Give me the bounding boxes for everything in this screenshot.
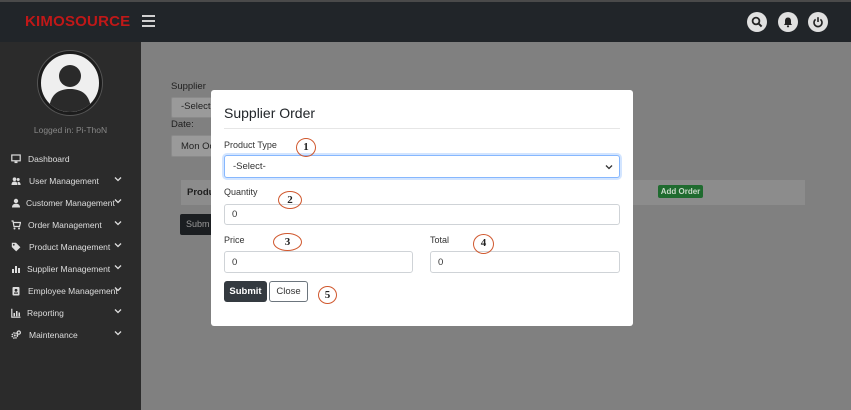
chevron-down-icon xyxy=(114,287,122,292)
sidebar-item-label: Reporting xyxy=(27,308,64,318)
id-badge-icon xyxy=(12,287,20,296)
sidebar-item-product-management[interactable]: Product Management xyxy=(0,236,141,258)
cogs-icon xyxy=(11,330,21,339)
chevron-down-icon xyxy=(605,165,613,170)
bell-icon[interactable] xyxy=(778,12,798,32)
sidebar-item-label: Customer Management xyxy=(26,198,115,208)
chevron-down-icon xyxy=(114,309,122,314)
bar-chart-icon xyxy=(11,308,21,318)
add-order-button[interactable]: Add Order xyxy=(658,185,703,198)
user-icon xyxy=(12,198,20,208)
sidebar-nav: Dashboard User Management Customer Manag… xyxy=(0,148,141,346)
logged-in-label: Logged in: Pi-ThoN xyxy=(33,125,108,135)
tag-icon xyxy=(11,242,21,252)
search-icon[interactable] xyxy=(747,12,767,32)
sidebar-item-customer-management[interactable]: Customer Management xyxy=(0,192,141,214)
price-input[interactable] xyxy=(224,251,413,273)
supplier-label: Supplier xyxy=(171,81,206,92)
annotation-marker-1: 1 xyxy=(296,138,316,157)
annotation-marker-5: 5 xyxy=(318,286,337,304)
sidebar-item-order-management[interactable]: Order Management xyxy=(0,214,141,236)
sidebar-item-label: Order Management xyxy=(28,220,102,230)
sidebar-item-employee-management[interactable]: Employee Management xyxy=(0,280,141,302)
product-type-selected: -Select- xyxy=(233,161,266,172)
cart-icon xyxy=(11,220,21,230)
chevron-down-icon xyxy=(114,331,122,336)
menu-toggle-icon[interactable] xyxy=(142,15,155,27)
sidebar-item-reporting[interactable]: Reporting xyxy=(0,302,141,324)
sidebar: Logged in: Pi-ThoN Dashboard User Manage… xyxy=(0,42,141,410)
chevron-down-icon xyxy=(114,265,122,270)
sidebar-item-maintenance[interactable]: Maintenance xyxy=(0,324,141,346)
sidebar-item-user-management[interactable]: User Management xyxy=(0,170,141,192)
sidebar-item-label: Dashboard xyxy=(28,154,70,164)
modal-title: Supplier Order xyxy=(224,105,316,121)
close-button[interactable]: Close xyxy=(269,281,308,302)
chevron-down-icon xyxy=(114,199,122,204)
sidebar-item-label: Employee Management xyxy=(28,286,118,296)
chevron-down-icon xyxy=(114,243,122,248)
product-type-select[interactable]: -Select- xyxy=(224,155,620,178)
annotation-marker-2: 2 xyxy=(278,191,302,209)
quantity-label: Quantity xyxy=(224,187,258,197)
total-input[interactable] xyxy=(430,251,620,273)
sidebar-item-label: User Management xyxy=(29,176,99,186)
sidebar-item-label: Supplier Management xyxy=(27,264,111,274)
sidebar-item-label: Maintenance xyxy=(29,330,78,340)
top-navbar: KIMOSOURCE xyxy=(0,0,851,42)
power-icon[interactable] xyxy=(808,12,828,32)
annotation-marker-3: 3 xyxy=(273,233,302,251)
sidebar-item-label: Product Management xyxy=(29,242,111,252)
submit-button[interactable]: Submit xyxy=(224,281,267,302)
brand-logo[interactable]: KIMOSOURCE xyxy=(25,13,130,30)
date-label: Date: xyxy=(171,119,194,130)
annotation-marker-4: 4 xyxy=(473,234,494,254)
supplier-order-modal: Supplier Order Product Type -Select- Qua… xyxy=(211,90,633,326)
product-type-label: Product Type xyxy=(224,140,277,150)
chevron-down-icon xyxy=(114,221,122,226)
modal-divider xyxy=(224,128,620,129)
chevron-down-icon xyxy=(114,177,122,182)
users-icon xyxy=(11,177,21,185)
sidebar-item-supplier-management[interactable]: Supplier Management xyxy=(0,258,141,280)
total-label: Total xyxy=(430,235,450,245)
avatar[interactable] xyxy=(38,51,102,115)
price-label: Price xyxy=(224,235,245,245)
monitor-icon xyxy=(11,154,21,164)
sidebar-item-dashboard[interactable]: Dashboard xyxy=(0,148,141,170)
chart-icon xyxy=(12,266,20,273)
